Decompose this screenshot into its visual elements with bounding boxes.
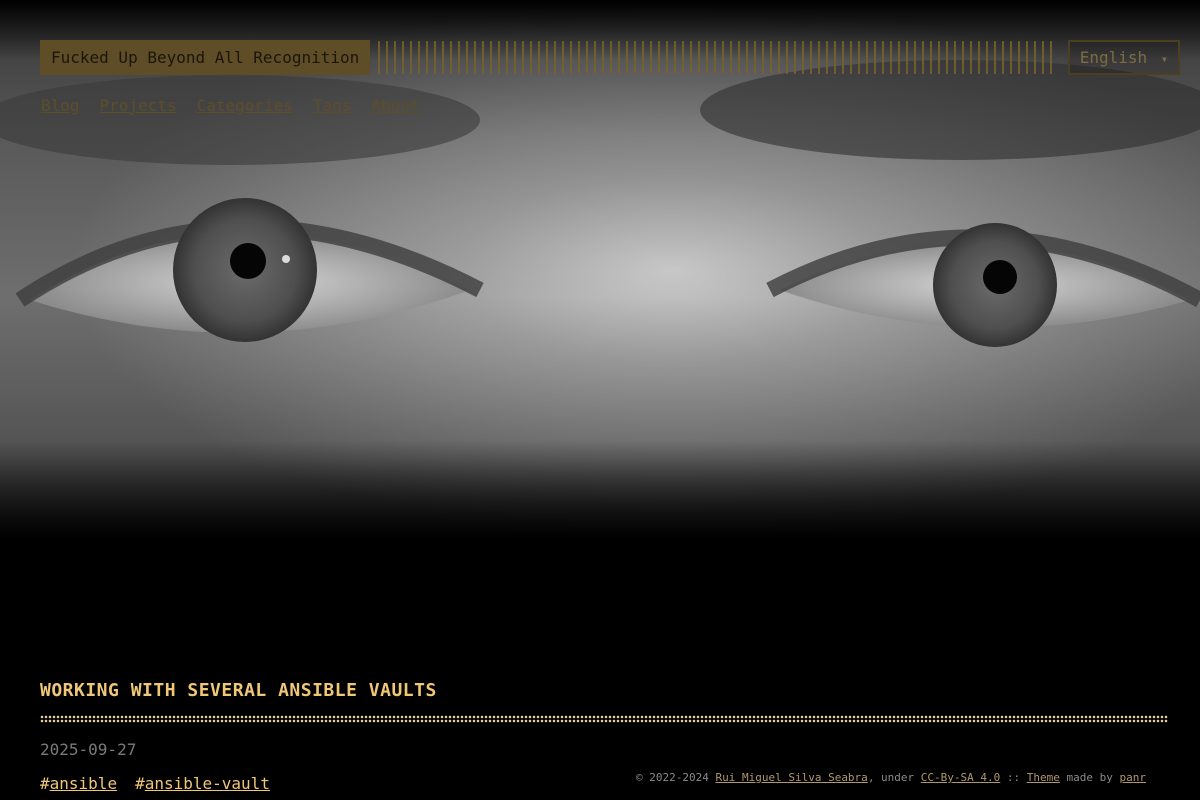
footer-theme-author-link[interactable]: panr (1120, 771, 1147, 784)
post-divider (40, 715, 1168, 723)
nav-item-blog[interactable]: Blog (41, 96, 80, 116)
site-header: Fucked Up Beyond All Recognition English… (40, 40, 1180, 75)
tag-label: ansible (49, 774, 118, 793)
nav-item-about[interactable]: About (371, 96, 419, 116)
footer-license-link[interactable]: CC-By-SA 4.0 (921, 771, 1000, 784)
site-footer: © 2022-2024 Rui Miguel Silva Seabra, und… (636, 771, 1146, 784)
tag-link-ansible[interactable]: #ansible (40, 774, 117, 793)
footer-under-text: , under (867, 771, 921, 784)
language-selected-label: English (1079, 48, 1148, 67)
language-select[interactable]: English ▾ (1067, 40, 1180, 75)
logo-decoration-bar (378, 41, 1052, 74)
tag-label: ansible-vault (144, 774, 270, 793)
post-tags: #ansible #ansible-vault (40, 774, 270, 793)
footer-theme-link[interactable]: Theme (1027, 771, 1060, 784)
post-title[interactable]: WORKING WITH SEVERAL ANSIBLE VAULTS (40, 680, 437, 701)
tag-hash: # (40, 774, 50, 793)
footer-author-link[interactable]: Rui Miguel Silva Seabra (715, 771, 867, 784)
main-nav: Blog Projects Categories Tags About (41, 96, 420, 116)
footer-copyright: © 2022-2024 (636, 771, 716, 784)
chevron-down-icon: ▾ (1160, 52, 1168, 66)
footer-made-by-text: made by (1059, 771, 1120, 784)
page: Fucked Up Beyond All Recognition English… (0, 0, 1200, 800)
nav-item-tags[interactable]: Tags (313, 96, 352, 116)
hero-image (0, 0, 1200, 540)
tag-hash: # (135, 774, 145, 793)
footer-separator: :: (1000, 771, 1027, 784)
nav-item-categories[interactable]: Categories (197, 96, 293, 116)
nav-item-projects[interactable]: Projects (100, 96, 177, 116)
site-logo[interactable]: Fucked Up Beyond All Recognition (40, 40, 371, 75)
post-date: 2025-09-27 (40, 740, 137, 759)
tag-link-ansible-vault[interactable]: #ansible-vault (135, 774, 270, 793)
